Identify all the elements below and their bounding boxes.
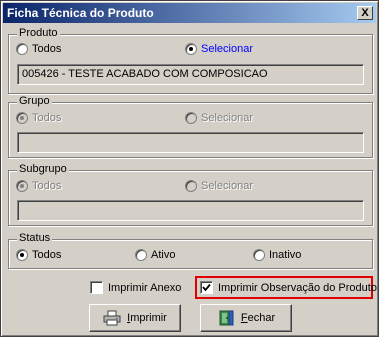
produto-group: Produto Todos Selecionar 005426 - TESTE … (8, 27, 373, 94)
radio-circle-icon (16, 43, 28, 55)
radio-circle-icon (185, 112, 197, 124)
produto-group-label: Produto (17, 27, 60, 39)
radio-circle-icon (253, 249, 265, 261)
title-bar[interactable]: Ficha Técnica do Produto X (3, 3, 376, 23)
fechar-rest: echar (247, 312, 276, 324)
grupo-radio-selecionar[interactable]: Selecionar (185, 112, 253, 124)
printer-icon (103, 310, 121, 326)
produto-radio-todos[interactable]: Todos (16, 43, 61, 55)
imprimir-anexo-checkbox[interactable]: Imprimir Anexo (90, 281, 181, 294)
grupo-group-label: Grupo (17, 95, 52, 107)
radio-selected-icon (16, 180, 28, 192)
grupo-radio-selecionar-label: Selecionar (201, 112, 253, 124)
radio-circle-icon (185, 180, 197, 192)
subgrupo-group-label: Subgrupo (17, 163, 69, 175)
radio-circle-icon (135, 249, 147, 261)
status-radio-inativo-label: Inativo (269, 249, 302, 261)
status-radio-todos-label: Todos (32, 249, 62, 261)
status-radio-ativo[interactable]: Ativo (135, 249, 175, 261)
produto-radio-selecionar-label: Selecionar (201, 43, 253, 55)
grupo-field[interactable] (17, 132, 364, 153)
fechar-button[interactable]: Fechar (200, 304, 292, 332)
subgrupo-group: Subgrupo Todos Selecionar (8, 163, 373, 226)
status-radio-todos[interactable]: Todos (16, 249, 61, 261)
fechar-accel: F (240, 312, 248, 324)
imprimir-observacao-label: Imprimir Observação do Produto (218, 281, 377, 294)
imprimir-observacao-checkbox[interactable]: Imprimir Observação do Produto (200, 281, 377, 294)
subgrupo-field[interactable] (17, 200, 364, 221)
status-group: Status Todos Ativo Inativo (8, 232, 373, 269)
produto-field[interactable]: 005426 - TESTE ACABADO COM COMPOSICAO (17, 64, 364, 85)
ficha-tecnica-dialog: Ficha Técnica do Produto X Produto Todos… (0, 0, 379, 337)
subgrupo-radio-todos-label: Todos (32, 180, 62, 192)
status-radio-inativo[interactable]: Inativo (253, 249, 301, 261)
imprimir-button-label: Imprimir (127, 312, 167, 324)
status-group-label: Status (17, 232, 53, 244)
grupo-radio-todos[interactable]: Todos (16, 112, 61, 124)
subgrupo-radio-selecionar-label: Selecionar (201, 180, 253, 192)
produto-radio-todos-label: Todos (32, 43, 62, 55)
imprimir-rest: mprimir (130, 312, 167, 324)
checkbox-checked-icon (200, 281, 213, 294)
produto-radio-selecionar[interactable]: Selecionar (185, 43, 253, 55)
checkbox-empty-icon (90, 281, 103, 294)
close-icon: X (361, 7, 369, 19)
imprimir-button[interactable]: Imprimir (89, 304, 181, 332)
radio-selected-icon (16, 112, 28, 124)
window-title: Ficha Técnica do Produto (7, 6, 154, 20)
exit-door-icon (217, 310, 235, 326)
subgrupo-radio-selecionar[interactable]: Selecionar (185, 180, 253, 192)
grupo-group: Grupo Todos Selecionar (8, 95, 373, 158)
subgrupo-radio-todos[interactable]: Todos (16, 180, 61, 192)
fechar-button-label: Fechar (241, 312, 275, 324)
radio-selected-icon (16, 249, 28, 261)
status-radio-ativo-label: Ativo (151, 249, 176, 261)
close-button[interactable]: X (357, 6, 373, 20)
grupo-radio-todos-label: Todos (32, 112, 62, 124)
radio-selected-icon (185, 43, 197, 55)
imprimir-anexo-label: Imprimir Anexo (108, 281, 182, 294)
